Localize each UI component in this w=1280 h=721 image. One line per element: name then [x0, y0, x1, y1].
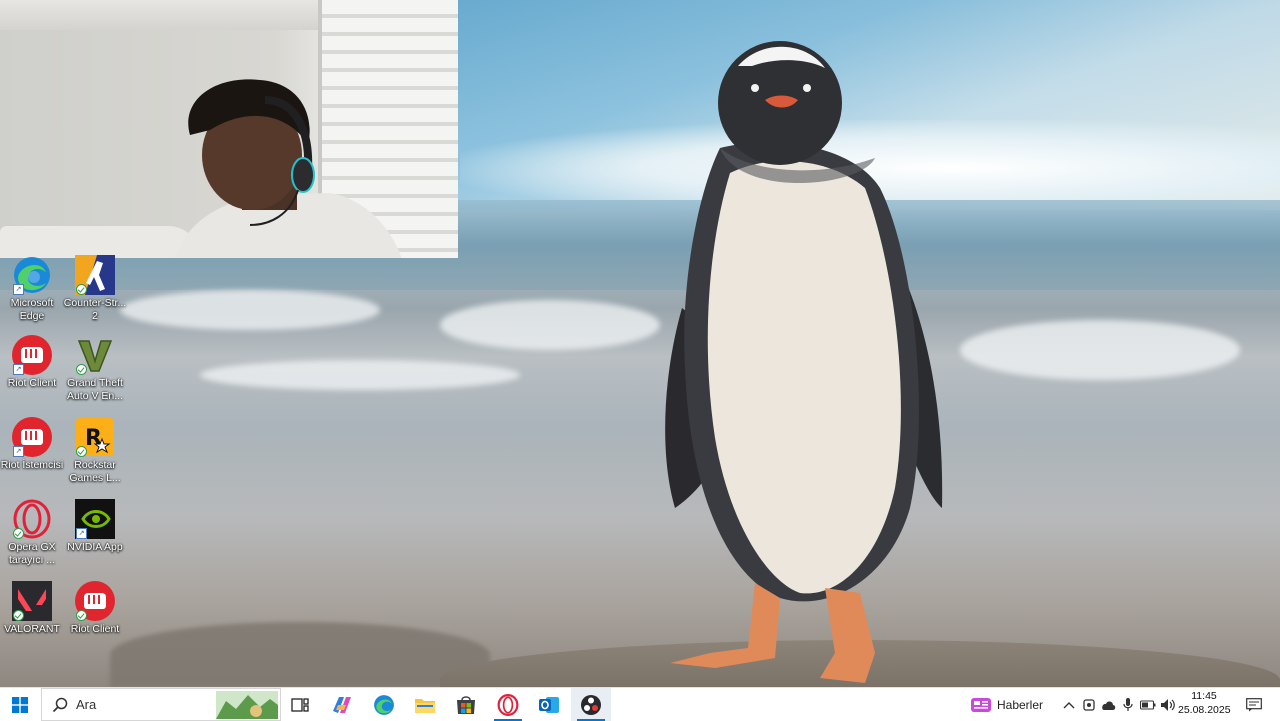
edge-icon	[374, 694, 394, 715]
show-hidden-icons-button[interactable]	[1060, 688, 1078, 721]
desktop-icon-label: VALORANT	[4, 623, 60, 635]
nvidia-icon: ↗	[74, 499, 116, 539]
desktop-icon-valorant[interactable]: VALORANT	[0, 581, 64, 636]
wallpaper-ice-floe	[440, 300, 660, 350]
tray-microphone[interactable]	[1119, 688, 1137, 721]
microphone-icon	[1123, 697, 1133, 711]
news-widget-label: Haberler	[996, 697, 1044, 712]
desktop-icon-counter-strike[interactable]: Counter-Str... 2	[63, 255, 127, 323]
desktop-icon-label: Riot Client	[70, 623, 120, 635]
desktop-icon-label: Riot Client	[7, 377, 57, 389]
wallpaper-ice-floe	[960, 320, 1240, 380]
opera-gx-icon	[497, 693, 519, 716]
desktop-icon-label: Microsoft Edge	[10, 297, 54, 322]
taskbar-microsoft-store[interactable]	[446, 688, 486, 721]
sync-check-icon	[76, 610, 87, 621]
taskbar-outlook[interactable]	[529, 688, 569, 721]
start-button[interactable]	[0, 688, 40, 721]
sync-check-icon	[13, 610, 24, 621]
search-icon	[52, 697, 68, 712]
taskbar-clock[interactable]: 11:45 25.08.2025	[1178, 689, 1231, 720]
desktop-icon-opera-gx[interactable]: Opera GX tarayıcı ...	[0, 499, 64, 567]
wallpaper-rock	[110, 622, 490, 687]
taskbar-edge[interactable]	[364, 688, 404, 721]
taskbar-search-box[interactable]: Ara	[41, 688, 281, 721]
taskbar-obs[interactable]	[571, 688, 611, 721]
taskbar-task-view[interactable]	[280, 688, 320, 721]
microsoft-store-icon	[457, 695, 475, 714]
wallpaper-ice-floe	[200, 360, 520, 390]
desktop-icon-label: Opera GX tarayıcı ...	[8, 541, 56, 566]
windows-logo-icon	[12, 696, 28, 713]
desktop-icon-edge[interactable]: ↗ Microsoft Edge	[0, 255, 64, 323]
desktop-icon-riot-client[interactable]: ↗ Riot Client	[0, 335, 64, 390]
webcam-person	[175, 79, 402, 258]
taskbar-opera-gx[interactable]	[488, 688, 528, 721]
opera-gx-icon	[11, 499, 53, 539]
tray-device-icon	[1083, 698, 1095, 711]
search-placeholder: Ara	[76, 697, 97, 712]
tray-battery[interactable]	[1139, 688, 1157, 721]
chevron-up-icon	[1063, 701, 1075, 708]
webcam-ceiling	[0, 0, 320, 30]
sync-check-icon	[76, 446, 87, 457]
desktop-icons: ↗ Microsoft Edge Counter-Str... 2 ↗ Riot…	[0, 255, 130, 685]
rockstar-icon: R	[74, 417, 116, 457]
search-highlight-art-icon	[216, 691, 278, 719]
speaker-icon	[1161, 698, 1175, 711]
taskbar: Ara Haberler 11:45 25.08.2025	[0, 687, 1280, 721]
copilot-icon	[333, 696, 351, 713]
clock-date: 25.08.2025	[1178, 704, 1231, 716]
obs-icon	[581, 694, 601, 715]
sync-check-icon	[13, 528, 24, 539]
cloud-icon	[1102, 700, 1116, 710]
file-explorer-icon	[415, 698, 435, 713]
wallpaper-ice-floe	[120, 290, 380, 330]
riot-client-icon: ↗	[11, 417, 53, 457]
clock-time: 11:45	[1191, 690, 1217, 702]
sync-check-icon	[76, 364, 87, 375]
tray-app-icon[interactable]	[1080, 688, 1098, 721]
task-view-icon	[291, 697, 309, 712]
webcam-overlay[interactable]	[0, 0, 458, 258]
notification-icon	[1246, 697, 1262, 711]
valorant-icon	[11, 581, 53, 621]
desktop-icon-riot-istemcisi[interactable]: ↗ Riot İstemcisi	[0, 417, 64, 472]
penguin-image	[665, 41, 943, 683]
desktop-icon-riot-client-2[interactable]: Riot Client	[63, 581, 127, 636]
desktop-icon-label: Riot İstemcisi	[0, 459, 64, 471]
news-widget[interactable]: Haberler	[966, 688, 1048, 721]
desktop-icon-label: Counter-Str... 2	[63, 297, 127, 322]
desktop-icon-gta-v[interactable]: Grand Theft Auto V En...	[63, 335, 127, 403]
riot-client-icon	[74, 581, 116, 621]
news-widget-icon	[970, 697, 991, 712]
tray-volume[interactable]	[1159, 688, 1177, 721]
desktop-icon-label: Rockstar Games L...	[69, 459, 121, 484]
desktop-icon-label: NVIDIA App	[67, 541, 123, 553]
shortcut-arrow-icon: ↗	[13, 284, 24, 295]
desktop-icon-nvidia[interactable]: ↗ NVIDIA App	[63, 499, 127, 554]
sync-check-icon	[76, 284, 87, 295]
taskbar-copilot[interactable]	[322, 688, 362, 721]
gta-v-icon	[74, 335, 116, 375]
edge-icon: ↗	[11, 255, 53, 295]
shortcut-arrow-icon: ↗	[13, 364, 24, 375]
shortcut-arrow-icon: ↗	[76, 528, 87, 539]
desktop-icon-label: Grand Theft Auto V En...	[66, 377, 124, 402]
counter-strike-icon	[74, 255, 116, 295]
shortcut-arrow-icon: ↗	[13, 446, 24, 457]
battery-icon	[1140, 699, 1156, 710]
notifications-button[interactable]	[1240, 688, 1268, 721]
tray-onedrive[interactable]	[1099, 688, 1117, 721]
outlook-icon	[539, 696, 559, 713]
desktop-icon-rockstar[interactable]: R Rockstar Games L...	[63, 417, 127, 485]
riot-client-icon: ↗	[11, 335, 53, 375]
taskbar-file-explorer[interactable]	[405, 688, 445, 721]
